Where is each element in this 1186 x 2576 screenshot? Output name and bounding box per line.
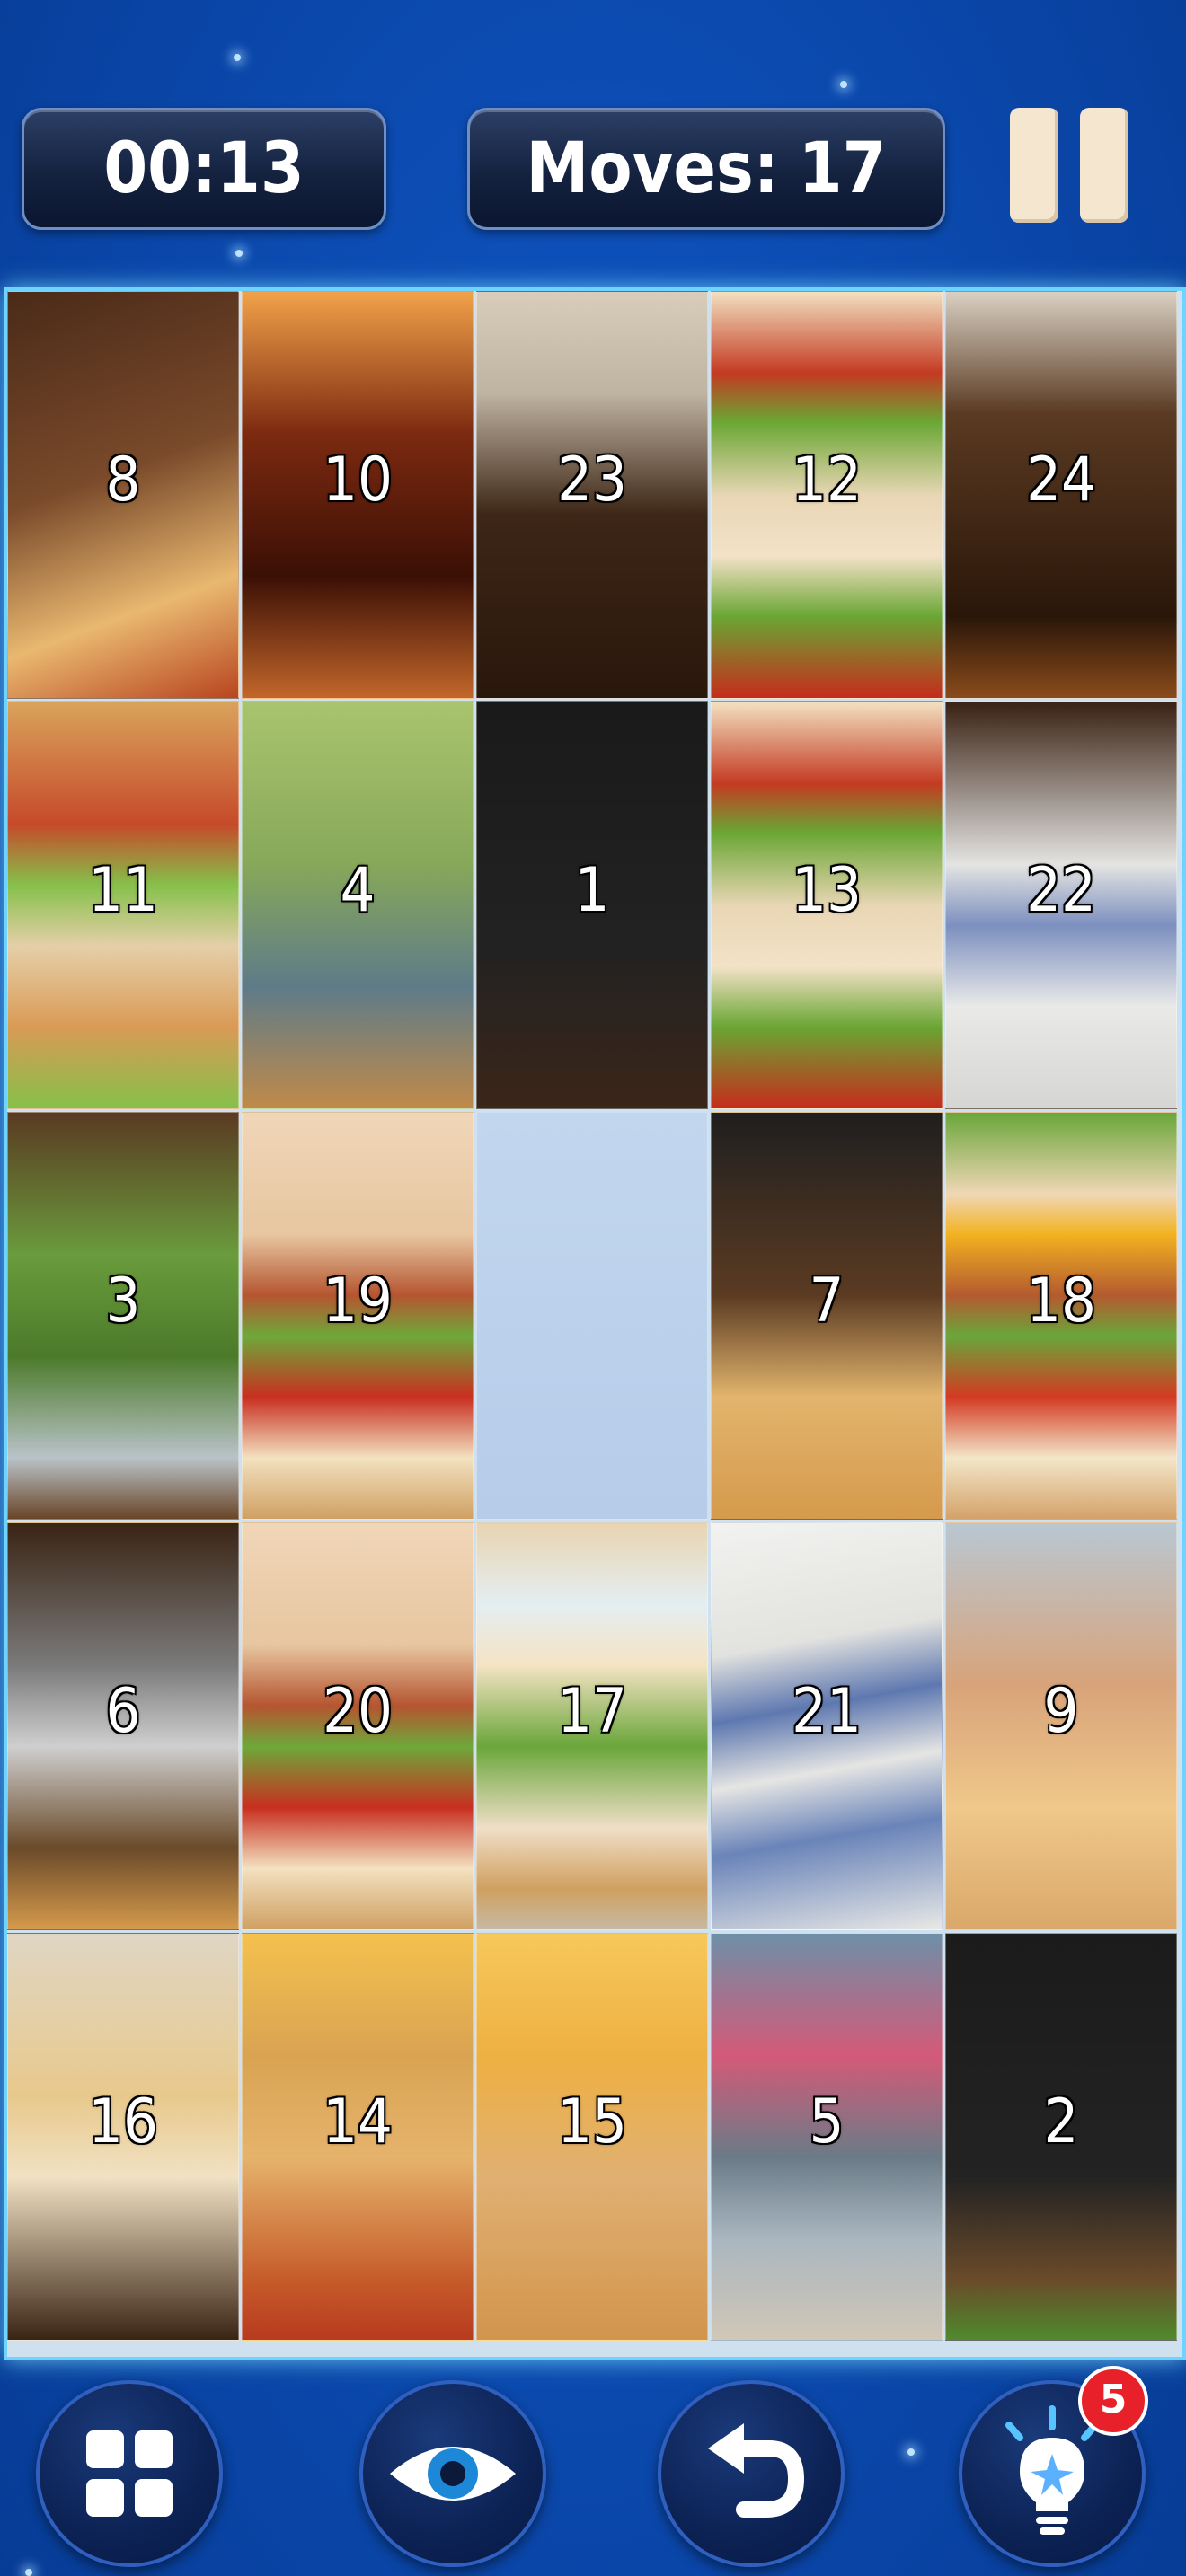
- puzzle-tile[interactable]: 22: [945, 701, 1177, 1109]
- timer-display: 00:13: [22, 108, 386, 230]
- tile-number: 15: [557, 2086, 627, 2157]
- puzzle-tile[interactable]: 21: [711, 1522, 943, 1930]
- puzzle-tile[interactable]: 16: [7, 1933, 239, 2341]
- puzzle-tile[interactable]: 14: [242, 1933, 474, 2341]
- puzzle-tile[interactable]: 9: [945, 1522, 1177, 1930]
- sparkle: [25, 2569, 32, 2576]
- tile-number: 5: [809, 2086, 845, 2157]
- moves-label: Moves:: [526, 128, 779, 209]
- tile-number: 4: [340, 855, 376, 926]
- puzzle-tile[interactable]: 13: [711, 701, 943, 1109]
- puzzle-tile[interactable]: 10: [242, 291, 474, 699]
- grid-button[interactable]: [36, 2380, 223, 2567]
- tile-number: 2: [1043, 2086, 1079, 2157]
- grid-icon: [86, 2430, 173, 2517]
- tile-number: 10: [323, 445, 393, 516]
- tile-number: 20: [323, 1676, 393, 1747]
- tile-number: 8: [105, 445, 141, 516]
- puzzle-tile[interactable]: 6: [7, 1522, 239, 1930]
- puzzle-tile[interactable]: 12: [711, 291, 943, 699]
- tile-number: 24: [1026, 445, 1096, 516]
- tile-number: 19: [323, 1266, 393, 1337]
- tile-number: 22: [1026, 855, 1096, 926]
- tile-number: 14: [323, 2086, 393, 2157]
- tile-number: 1: [574, 855, 610, 926]
- puzzle-tile[interactable]: 2: [945, 1933, 1177, 2341]
- puzzle-tile[interactable]: 11: [7, 701, 239, 1109]
- tile-number: 21: [792, 1676, 862, 1747]
- puzzle-tile[interactable]: 3: [7, 1112, 239, 1520]
- sparkle: [235, 250, 243, 257]
- sparkle: [907, 2448, 915, 2456]
- puzzle-tile[interactable]: 19: [242, 1112, 474, 1520]
- tile-number: 16: [88, 2086, 158, 2157]
- tile-number: 7: [809, 1266, 845, 1337]
- puzzle-tile[interactable]: 23: [476, 291, 708, 699]
- tile-number: 17: [557, 1676, 627, 1747]
- eye-icon: [390, 2447, 516, 2501]
- tile-number: 12: [792, 445, 862, 516]
- puzzle-tile[interactable]: 18: [945, 1112, 1177, 1520]
- tile-number: 11: [88, 855, 158, 926]
- undo-button[interactable]: [658, 2380, 845, 2567]
- pause-icon: [1010, 108, 1058, 223]
- puzzle-tile[interactable]: 20: [242, 1522, 474, 1930]
- empty-slot: [476, 1112, 708, 1520]
- tile-number: 23: [557, 445, 627, 516]
- puzzle-tile[interactable]: 5: [711, 1933, 943, 2341]
- tile-number: 6: [105, 1676, 141, 1747]
- tile-number: 13: [792, 855, 862, 926]
- sparkle: [840, 81, 847, 88]
- hint-count-badge: 5: [1078, 2366, 1148, 2436]
- timer-value: 00:13: [103, 128, 305, 209]
- puzzle-board: 8 10 23 12 24 11 4 1 13 22 3 19 7 18 6 2…: [4, 287, 1186, 2360]
- puzzle-tile[interactable]: 8: [7, 291, 239, 699]
- tile-number: 18: [1026, 1266, 1096, 1337]
- puzzle-tile[interactable]: 24: [945, 291, 1177, 699]
- preview-button[interactable]: [359, 2380, 546, 2567]
- puzzle-tile[interactable]: 7: [711, 1112, 943, 1520]
- moves-counter: Moves: 17: [467, 108, 945, 230]
- undo-icon: [708, 2423, 805, 2518]
- tile-number: 9: [1043, 1676, 1079, 1747]
- puzzle-tile[interactable]: 15: [476, 1933, 708, 2341]
- puzzle-tile[interactable]: 1: [476, 701, 708, 1109]
- puzzle-tile[interactable]: 4: [242, 701, 474, 1109]
- sparkle: [234, 54, 241, 61]
- tile-number: 3: [105, 1266, 141, 1337]
- pause-button[interactable]: [1006, 108, 1132, 225]
- puzzle-tile[interactable]: 17: [476, 1522, 708, 1930]
- moves-value: 17: [798, 128, 887, 209]
